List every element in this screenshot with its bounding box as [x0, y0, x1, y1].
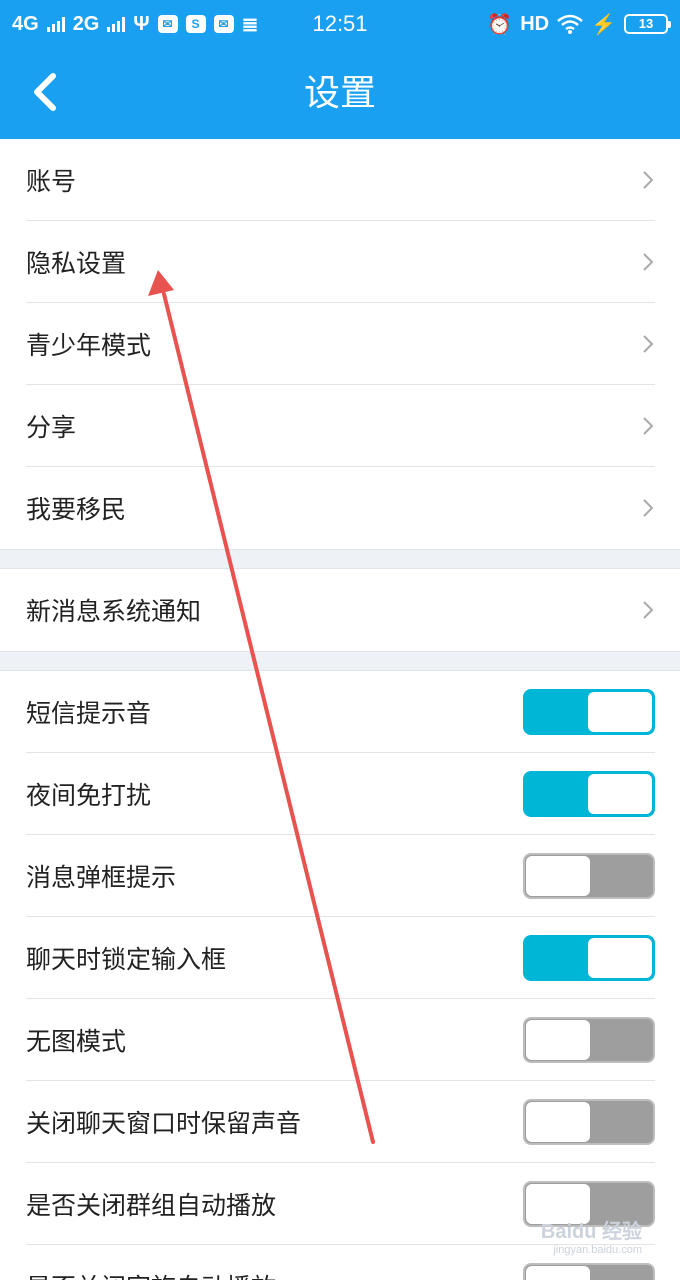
- page-title: 设置: [303, 73, 376, 114]
- keep-sound-toggle[interactable]: [523, 1098, 655, 1145]
- settings-item-label: 账号: [26, 166, 77, 196]
- toggle-knob: [526, 1019, 590, 1060]
- back-arrow-icon: [34, 73, 56, 111]
- watermark-url: jingyan.baidu.com: [553, 1244, 642, 1256]
- toggle-knob: [588, 691, 652, 732]
- settings-item-label: 消息弹框提示: [26, 862, 177, 892]
- signal-strength-icon-2: [107, 16, 126, 32]
- back-button[interactable]: [16, 64, 72, 120]
- family-autoplay-toggle[interactable]: [523, 1263, 655, 1280]
- settings-item-no-image-mode: 无图模式: [26, 999, 655, 1081]
- no-image-mode-toggle[interactable]: [523, 1016, 655, 1063]
- hd-label: HD: [520, 12, 550, 35]
- alarm-icon: ⏰: [487, 13, 513, 36]
- storage-icon: ≣: [241, 13, 259, 36]
- status-bar: 4G 2G Ψ ✉ S ✉ ≣ 12:51 ⏰ HD ⚡ 13: [0, 0, 680, 48]
- usb-icon: Ψ: [133, 12, 150, 35]
- chevron-right-icon: [643, 416, 654, 435]
- watermark-text: Baidu 经验: [540, 1221, 642, 1243]
- settings-item-popup-alert: 消息弹框提示: [26, 835, 655, 917]
- toggle-knob: [588, 773, 652, 814]
- group-divider: [0, 549, 680, 569]
- do-not-disturb-toggle[interactable]: [523, 770, 655, 817]
- mail-icon: ✉: [213, 15, 234, 33]
- settings-item-label: 是否关闭家族自动播放: [26, 1268, 276, 1280]
- settings-item-label: 分享: [26, 412, 77, 442]
- settings-group-notification: 新消息系统通知: [0, 569, 680, 651]
- charging-icon: ⚡: [591, 13, 616, 36]
- sms-sound-toggle[interactable]: [523, 688, 655, 735]
- battery-icon: 13: [624, 14, 671, 34]
- settings-item-label: 我要移民: [26, 495, 127, 524]
- settings-item-lock-input: 聊天时锁定输入框: [26, 917, 655, 999]
- popup-alert-toggle[interactable]: [523, 852, 655, 899]
- wifi-icon: [557, 14, 583, 34]
- settings-group-toggles: 短信提示音 夜间免打扰 消息弹框提示 聊天时锁定输入框 无图模式 关闭聊天窗口时…: [0, 671, 680, 1280]
- network-2g-label: 2G: [72, 12, 100, 35]
- settings-item-do-not-disturb: 夜间免打扰: [26, 753, 655, 835]
- settings-group-account: 账号 隐私设置 青少年模式 分享 我要移民: [0, 139, 680, 549]
- chevron-right-icon: [643, 334, 654, 353]
- skype-icon: S: [185, 15, 206, 33]
- title-bar: 设置: [0, 48, 680, 139]
- group-divider: [0, 651, 680, 671]
- settings-item-label: 聊天时锁定输入框: [26, 944, 227, 974]
- settings-item-label: 夜间免打扰: [26, 780, 152, 810]
- network-4g-label: 4G: [12, 12, 39, 35]
- settings-list: 账号 隐私设置 青少年模式 分享 我要移民 新消息系统通知 短信提示音 夜间免打…: [0, 139, 680, 1280]
- settings-item-label: 青少年模式: [26, 330, 152, 360]
- settings-item-sms-sound: 短信提示音: [26, 671, 655, 753]
- settings-item-privacy[interactable]: 隐私设置: [26, 221, 655, 303]
- settings-item-account[interactable]: 账号: [26, 139, 655, 221]
- app-notification-icon: ✉: [157, 15, 178, 33]
- watermark-logo: Baidu 经验 jingyan.baidu.com: [541, 1215, 642, 1256]
- toggle-knob: [526, 855, 590, 896]
- settings-item-teen-mode[interactable]: 青少年模式: [26, 303, 655, 385]
- lock-input-toggle[interactable]: [523, 934, 655, 981]
- settings-item-label: 无图模式: [26, 1026, 127, 1056]
- chevron-right-icon: [643, 170, 654, 189]
- signal-strength-icon: [46, 16, 65, 32]
- settings-item-keep-sound: 关闭聊天窗口时保留声音: [26, 1081, 655, 1163]
- toggle-knob: [526, 1266, 590, 1280]
- settings-item-label: 关闭聊天窗口时保留声音: [26, 1108, 302, 1138]
- settings-item-migrate[interactable]: 我要移民: [26, 467, 655, 549]
- settings-item-label: 隐私设置: [26, 248, 127, 278]
- toggle-knob: [588, 937, 652, 978]
- settings-item-label: 短信提示音: [26, 698, 152, 728]
- chevron-right-icon: [643, 601, 654, 619]
- chevron-right-icon: [643, 252, 654, 271]
- toggle-knob: [526, 1101, 590, 1142]
- settings-item-label: 新消息系统通知: [26, 597, 202, 626]
- settings-item-new-message-notification[interactable]: 新消息系统通知: [26, 569, 655, 651]
- settings-item-label: 是否关闭群组自动播放: [26, 1190, 277, 1220]
- settings-item-share[interactable]: 分享: [26, 385, 655, 467]
- chevron-right-icon: [643, 499, 654, 517]
